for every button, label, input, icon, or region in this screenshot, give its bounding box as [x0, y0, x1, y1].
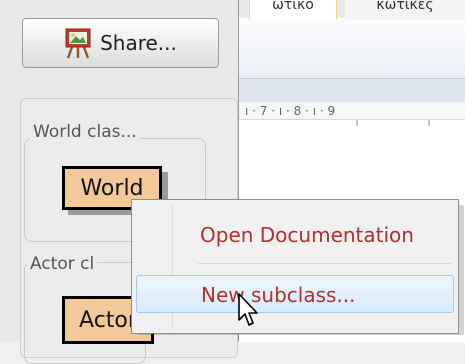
ruler: ı · 7 · ı · 8 · ı · 9: [239, 102, 465, 120]
actor-classes-label: Actor cl: [27, 254, 98, 274]
menu-item-new-subclass[interactable]: New subclass...: [136, 275, 454, 313]
ruler-ticks: [356, 120, 430, 126]
world-classes-label: World clas...: [30, 122, 140, 142]
ribbon-divider: [239, 78, 465, 104]
mouse-pointer-icon: [238, 293, 258, 326]
menu-separator: [198, 263, 452, 264]
tab-active[interactable]: ωτικό: [249, 0, 337, 22]
share-button-label: Share...: [100, 31, 177, 55]
ribbon-tabs: ωτικό κωτικές: [239, 0, 465, 22]
context-menu: Open Documentation New subclass...: [131, 199, 459, 334]
share-button[interactable]: Share...: [22, 18, 219, 68]
ribbon-toolbar: [239, 20, 465, 78]
menu-item-open-documentation[interactable]: Open Documentation: [136, 216, 454, 254]
tab-other[interactable]: κωτικές: [345, 0, 465, 20]
easel-icon: [65, 28, 91, 59]
